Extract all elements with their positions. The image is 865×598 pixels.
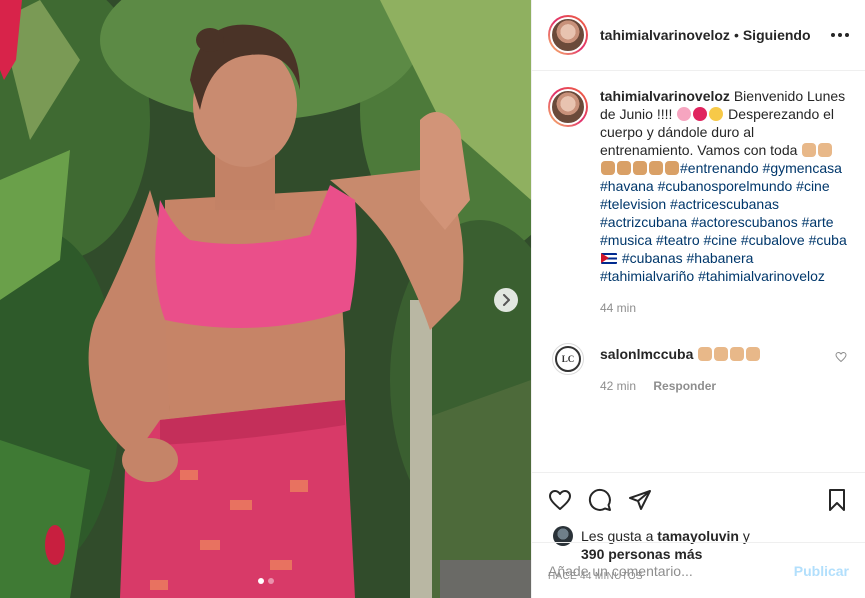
post-header: tahimialvarinoveloz • Siguiendo [532, 0, 865, 71]
cuba-flag-emoji-icon [601, 253, 617, 264]
hashtag[interactable]: #cubalove [741, 232, 805, 248]
hashtag[interactable]: #actrizcubana [600, 214, 687, 230]
commenter-logo-text: LC [555, 346, 581, 372]
comments-section: tahimialvarinoveloz Bienvenido Lunes de … [532, 71, 865, 472]
flexed-biceps-emoji-icon [802, 143, 817, 157]
hashtag[interactable]: #cine [796, 178, 829, 194]
header-separator: • [733, 27, 739, 43]
caption-avatar[interactable] [548, 87, 588, 127]
next-slide-button[interactable] [494, 288, 518, 312]
hashtag[interactable]: #arte [802, 214, 834, 230]
comment-body: salonlmccuba 42 min Responder [600, 345, 761, 395]
hashtag[interactable]: #tahimialvarinoveloz [698, 268, 825, 284]
flexed-biceps-emoji-icon [730, 347, 745, 361]
comment-meta: 42 min Responder [600, 377, 761, 395]
publish-button[interactable]: Publicar [794, 563, 849, 579]
heart-icon [549, 490, 571, 510]
hashtag[interactable]: #actricescubanas [670, 196, 779, 212]
carousel-dot-active [257, 578, 264, 584]
cherry-blossom-emoji-icon [677, 107, 692, 121]
photo-scene [0, 0, 531, 598]
save-button[interactable] [825, 488, 849, 512]
victory-hand-emoji-icon [617, 161, 631, 175]
hashtag[interactable]: #teatro [656, 232, 700, 248]
comment-input[interactable] [548, 562, 794, 579]
action-icons [548, 473, 849, 527]
comment-icon [588, 488, 611, 511]
comment-like-heart-icon[interactable] [835, 351, 847, 363]
comment-time[interactable]: 42 min [600, 379, 636, 393]
instagram-post: tahimialvarinoveloz • Siguiendo tahimial… [0, 0, 865, 598]
hashtag[interactable]: #cuba [809, 232, 847, 248]
author-username[interactable]: tahimialvarinoveloz [600, 27, 730, 43]
fist-emoji-icon [818, 143, 833, 157]
comment-item: LC salonlmccuba 42 min Responder [548, 343, 849, 395]
flexed-biceps-emoji-icon [714, 347, 729, 361]
cyclist-emoji-icon [665, 161, 679, 175]
post-panel: tahimialvarinoveloz • Siguiendo tahimial… [531, 0, 865, 598]
bookmark-icon [829, 489, 845, 511]
hashtag[interactable]: #cubanas [622, 250, 683, 266]
hibiscus-emoji-icon [693, 107, 708, 121]
caption-time[interactable]: 44 min [600, 299, 849, 317]
follow-status-button[interactable]: Siguiendo [743, 27, 811, 43]
post-photo[interactable] [0, 0, 531, 598]
hashtag[interactable]: #habanera [687, 250, 754, 266]
weightlifter-emoji-icon [633, 161, 647, 175]
hashtag[interactable]: #television [600, 196, 666, 212]
author-avatar[interactable] [548, 15, 588, 55]
carousel-dot [267, 578, 274, 584]
hashtag[interactable]: #gymencasa [763, 160, 842, 176]
hashtag[interactable]: #tahimialvariño [600, 268, 694, 284]
yoga-emoji-icon [649, 161, 663, 175]
hashtag[interactable]: #actorescubanos [691, 214, 798, 230]
chevron-right-icon [503, 294, 510, 306]
comment-button[interactable] [588, 488, 612, 512]
post-caption: tahimialvarinoveloz Bienvenido Lunes de … [548, 87, 849, 317]
hashtag[interactable]: #entrenando [680, 160, 759, 176]
like-button[interactable] [548, 488, 572, 512]
flexed-biceps-emoji-icon [746, 347, 761, 361]
hashtag[interactable]: #cine [704, 232, 737, 248]
sunflower-emoji-icon [709, 107, 724, 121]
add-comment-bar: Publicar [532, 542, 865, 598]
carousel-indicator [0, 578, 531, 584]
caption-text: tahimialvarinoveloz Bienvenido Lunes de … [600, 87, 849, 317]
hashtag[interactable]: #havana [600, 178, 654, 194]
commenter-username[interactable]: salonlmccuba [600, 346, 693, 362]
hashtag[interactable]: #musica [600, 232, 652, 248]
share-button[interactable] [628, 488, 652, 512]
caption-username[interactable]: tahimialvarinoveloz [600, 88, 730, 104]
commenter-avatar[interactable]: LC [552, 343, 584, 375]
hashtag[interactable]: #cubanosporelmundo [658, 178, 793, 194]
more-options-icon[interactable] [831, 33, 849, 37]
paper-plane-icon [629, 490, 651, 510]
flexed-biceps-emoji-icon [698, 347, 713, 361]
raised-hands-emoji-icon [601, 161, 615, 175]
reply-button[interactable]: Responder [653, 379, 716, 393]
